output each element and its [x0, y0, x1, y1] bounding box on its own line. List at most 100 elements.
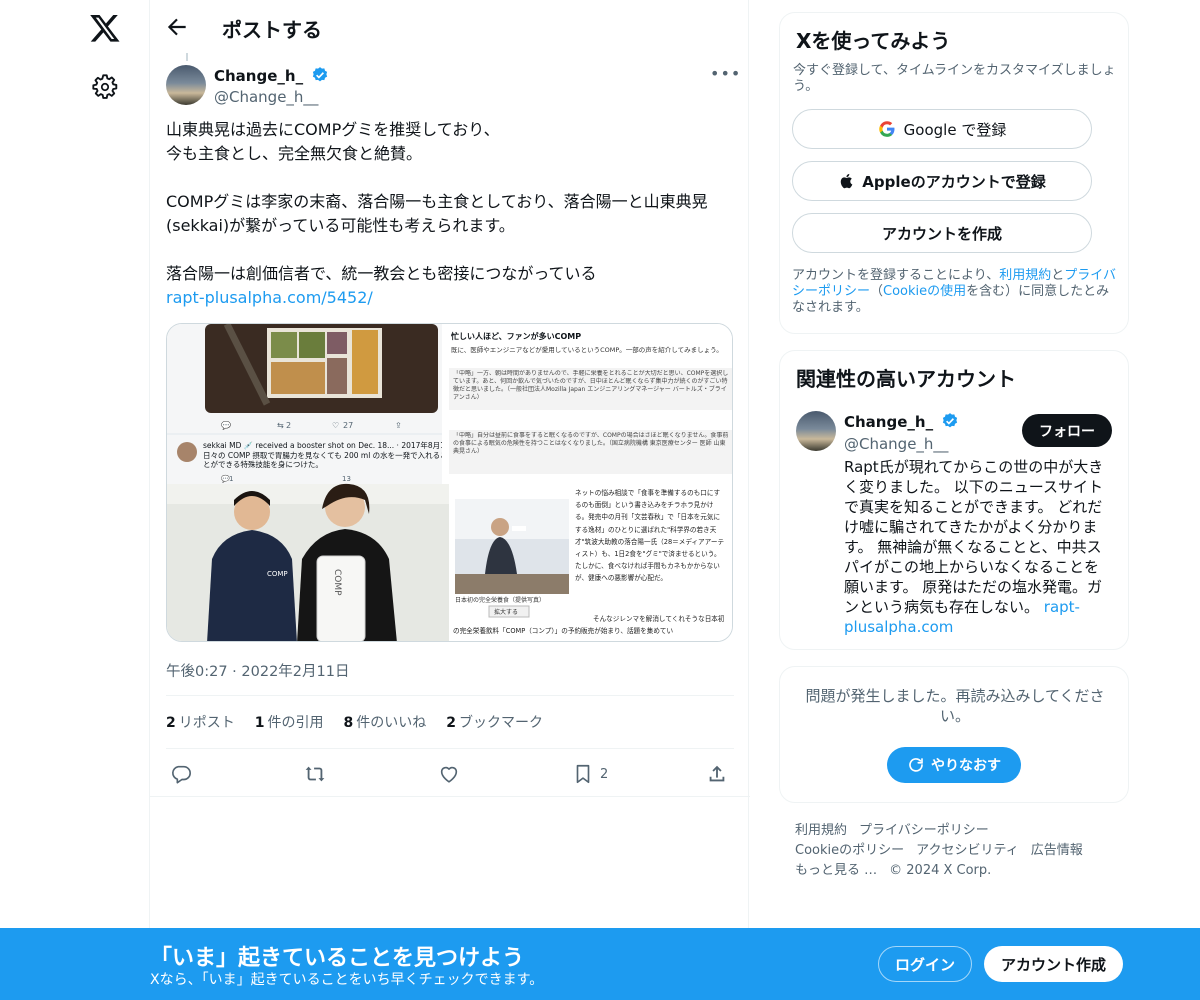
bottle-label: COMP	[332, 569, 342, 596]
footer-links: 利用規約 プライバシーポリシー Cookieのポリシー アクセシビリティ 広告情報 も…	[795, 821, 1125, 881]
tweet-retweet-icon: ⇆	[277, 421, 284, 430]
follow-button[interactable]: フォロー	[1022, 414, 1112, 447]
tweet-like-count: 27	[343, 421, 353, 430]
legal-prefix: アカウントを登録することにより、	[792, 268, 1000, 283]
stat-likes[interactable]: 8 件のいいね	[344, 712, 427, 732]
article-lead-wrap: 既に、医師やエンジニアなどが愛用しているというCOMP。一部の声を紹介してみまし…	[451, 346, 723, 354]
post-body: 山東典晃は過去にCOMPグミを推奨しており、 今も主食とし、完全無欠食と絶賛。 …	[166, 120, 708, 283]
thread-line	[186, 53, 188, 61]
post-actions: 2	[150, 760, 750, 790]
stat-label: ブックマーク	[459, 715, 543, 731]
food-item	[299, 332, 325, 358]
food-item	[352, 330, 378, 394]
gear-icon[interactable]	[91, 73, 119, 101]
author-name-text: Change_h_	[214, 67, 304, 85]
x-logo-icon[interactable]	[89, 12, 121, 44]
share-icon	[709, 765, 725, 782]
signup-legal: アカウントを登録することにより、利用規約とプライバシーポリシー（Cookieの使…	[792, 268, 1122, 316]
related-name[interactable]: Change_h_	[844, 412, 959, 431]
magazine-photo-wall	[455, 499, 569, 539]
create-account-button[interactable]: アカウントを作成	[792, 213, 1092, 253]
repost-icon	[305, 766, 325, 782]
tweet-reply-icon: 💬	[221, 420, 231, 430]
left-nav	[0, 0, 150, 1000]
signup-button[interactable]: アカウント作成	[984, 946, 1123, 982]
google-signup-button[interactable]: Google で登録	[792, 109, 1092, 149]
related-name-text: Change_h_	[844, 413, 934, 431]
article-quote-wrap: 「中略」一方、朝は時間がありませんので、手軽に栄養をとれることが大切だと思い、C…	[453, 370, 728, 401]
banner-title: 「いま」起きていることを見つけよう	[150, 946, 525, 971]
avatar[interactable]	[166, 65, 206, 105]
like-button[interactable]	[438, 760, 460, 788]
more-options-icon[interactable]: •••	[710, 64, 740, 86]
main-column: ポストする Change_h_ @Change_h__ ••• 山東典晃は過去に…	[149, 0, 750, 928]
divider	[166, 695, 734, 696]
tweet-like-count-2: 13	[342, 475, 351, 483]
post-timestamp[interactable]: 午後0:27 · 2022年2月11日	[166, 660, 349, 681]
author-name[interactable]: Change_h_	[214, 66, 329, 85]
footer-link-cookie[interactable]: Cookieのポリシー	[795, 843, 904, 858]
stat-count: 8	[343, 715, 354, 731]
stat-count: 2	[446, 715, 456, 731]
footer-link-accessibility[interactable]: アクセシビリティ	[916, 843, 1019, 858]
stat-count: 1	[254, 715, 265, 731]
retry-label: やりなおす	[931, 758, 1001, 774]
cookie-link[interactable]: Cookieの使用	[883, 284, 966, 299]
page-title: ポストする	[222, 18, 322, 42]
post-media[interactable]: 💬 ⇆ 2 ♡ 27 ⇪ sekkai MD 💉 received a boos…	[166, 323, 733, 642]
tweet-share-icon: ⇪	[395, 421, 402, 430]
footer-link-terms[interactable]: 利用規約	[795, 823, 847, 838]
terms-link[interactable]: 利用規約	[999, 268, 1051, 283]
bookmark-button[interactable]: 2	[572, 760, 608, 788]
magazine-person-head	[491, 518, 509, 536]
footer-link-ads[interactable]: 広告情報	[1031, 843, 1083, 858]
post-stats: 2 リポスト 1 件の引用 8 件のいいね 2 ブックマーク	[166, 712, 543, 732]
related-title: 関連性の高いアカウント	[796, 367, 1016, 391]
avatar[interactable]	[796, 411, 836, 451]
refresh-icon	[909, 758, 923, 772]
error-card: 問題が発生しました。再読み込みしてください。 やりなおす	[779, 666, 1129, 803]
back-arrow-icon[interactable]	[164, 14, 190, 40]
bookmark-icon	[576, 764, 590, 784]
footer-link-privacy[interactable]: プライバシーポリシー	[859, 823, 989, 838]
author-handle[interactable]: @Change_h__	[214, 88, 318, 106]
retry-button[interactable]: やりなおす	[887, 747, 1021, 783]
article-quote-2: 「中略」自分は昼前に食事をすると眠くなるのですが、COMPの場合はさほど眠くなり…	[453, 432, 729, 455]
magazine-text-wrap: ネットの悩み相談で「食事を準備するのも口にするのも面倒」という書き込みをチラホラ…	[575, 489, 725, 583]
stat-quotes[interactable]: 1 件の引用	[255, 712, 324, 732]
apple-icon	[841, 173, 853, 189]
header: ポストする	[150, 0, 750, 53]
footer-copyright: © 2024 X Corp.	[889, 863, 992, 878]
reply-button[interactable]	[170, 760, 192, 788]
related-handle[interactable]: @Change_h__	[844, 435, 948, 453]
magazine-text-1: ネットの悩み相談で「食事を準備するのも口にするのも面倒」という書き込みをチラホラ…	[575, 489, 725, 583]
legal-paren: （	[870, 284, 884, 299]
footer-more[interactable]: もっと見る …	[795, 863, 877, 878]
footer-row: もっと見る … © 2024 X Corp.	[795, 861, 1125, 881]
signup-subtitle: 今すぐ登録して、タイムラインをカスタマイズしましょう。	[793, 63, 1116, 94]
apple-signup-label: Appleのアカウントで登録	[862, 172, 1046, 191]
shirt-label: COMP	[267, 570, 288, 578]
tweet-reply-count: 2	[286, 421, 291, 430]
magazine-caption: 日本初の完全栄養食（提供写真）	[455, 596, 545, 604]
post-link[interactable]: rapt-plusalpha.com/5452/	[166, 288, 373, 307]
stat-reposts[interactable]: 2 リポスト	[166, 712, 235, 732]
repost-button[interactable]	[304, 760, 326, 788]
error-message: 問題が発生しました。再読み込みしてください。	[805, 687, 1105, 725]
bookmark-count: 2	[600, 766, 609, 782]
stat-bookmarks[interactable]: 2 ブックマーク	[446, 712, 543, 732]
create-account-label: アカウントを作成	[881, 224, 1002, 243]
food-item	[327, 332, 347, 354]
signup-title: Xを使ってみよう	[796, 29, 951, 53]
article-lead: 既に、医師やエンジニアなどが愛用しているというCOMP。一部の声を紹介してみまし…	[451, 346, 723, 354]
login-button[interactable]: ログイン	[878, 946, 972, 982]
google-signup-label: Google で登録	[903, 120, 1007, 139]
signup-card: Xを使ってみよう 今すぐ登録して、タイムラインをカスタマイズしましょう。 Goo…	[779, 12, 1129, 334]
related-accounts-card: 関連性の高いアカウント Change_h_ @Change_h__ フォロー R…	[779, 350, 1129, 650]
stat-label: 件の引用	[267, 715, 324, 731]
apple-signup-button[interactable]: Appleのアカウントで登録	[792, 161, 1092, 201]
portrait-backdrop	[167, 484, 449, 504]
share-button[interactable]	[706, 760, 728, 788]
google-icon	[878, 121, 895, 137]
stat-count: 2	[166, 715, 176, 731]
